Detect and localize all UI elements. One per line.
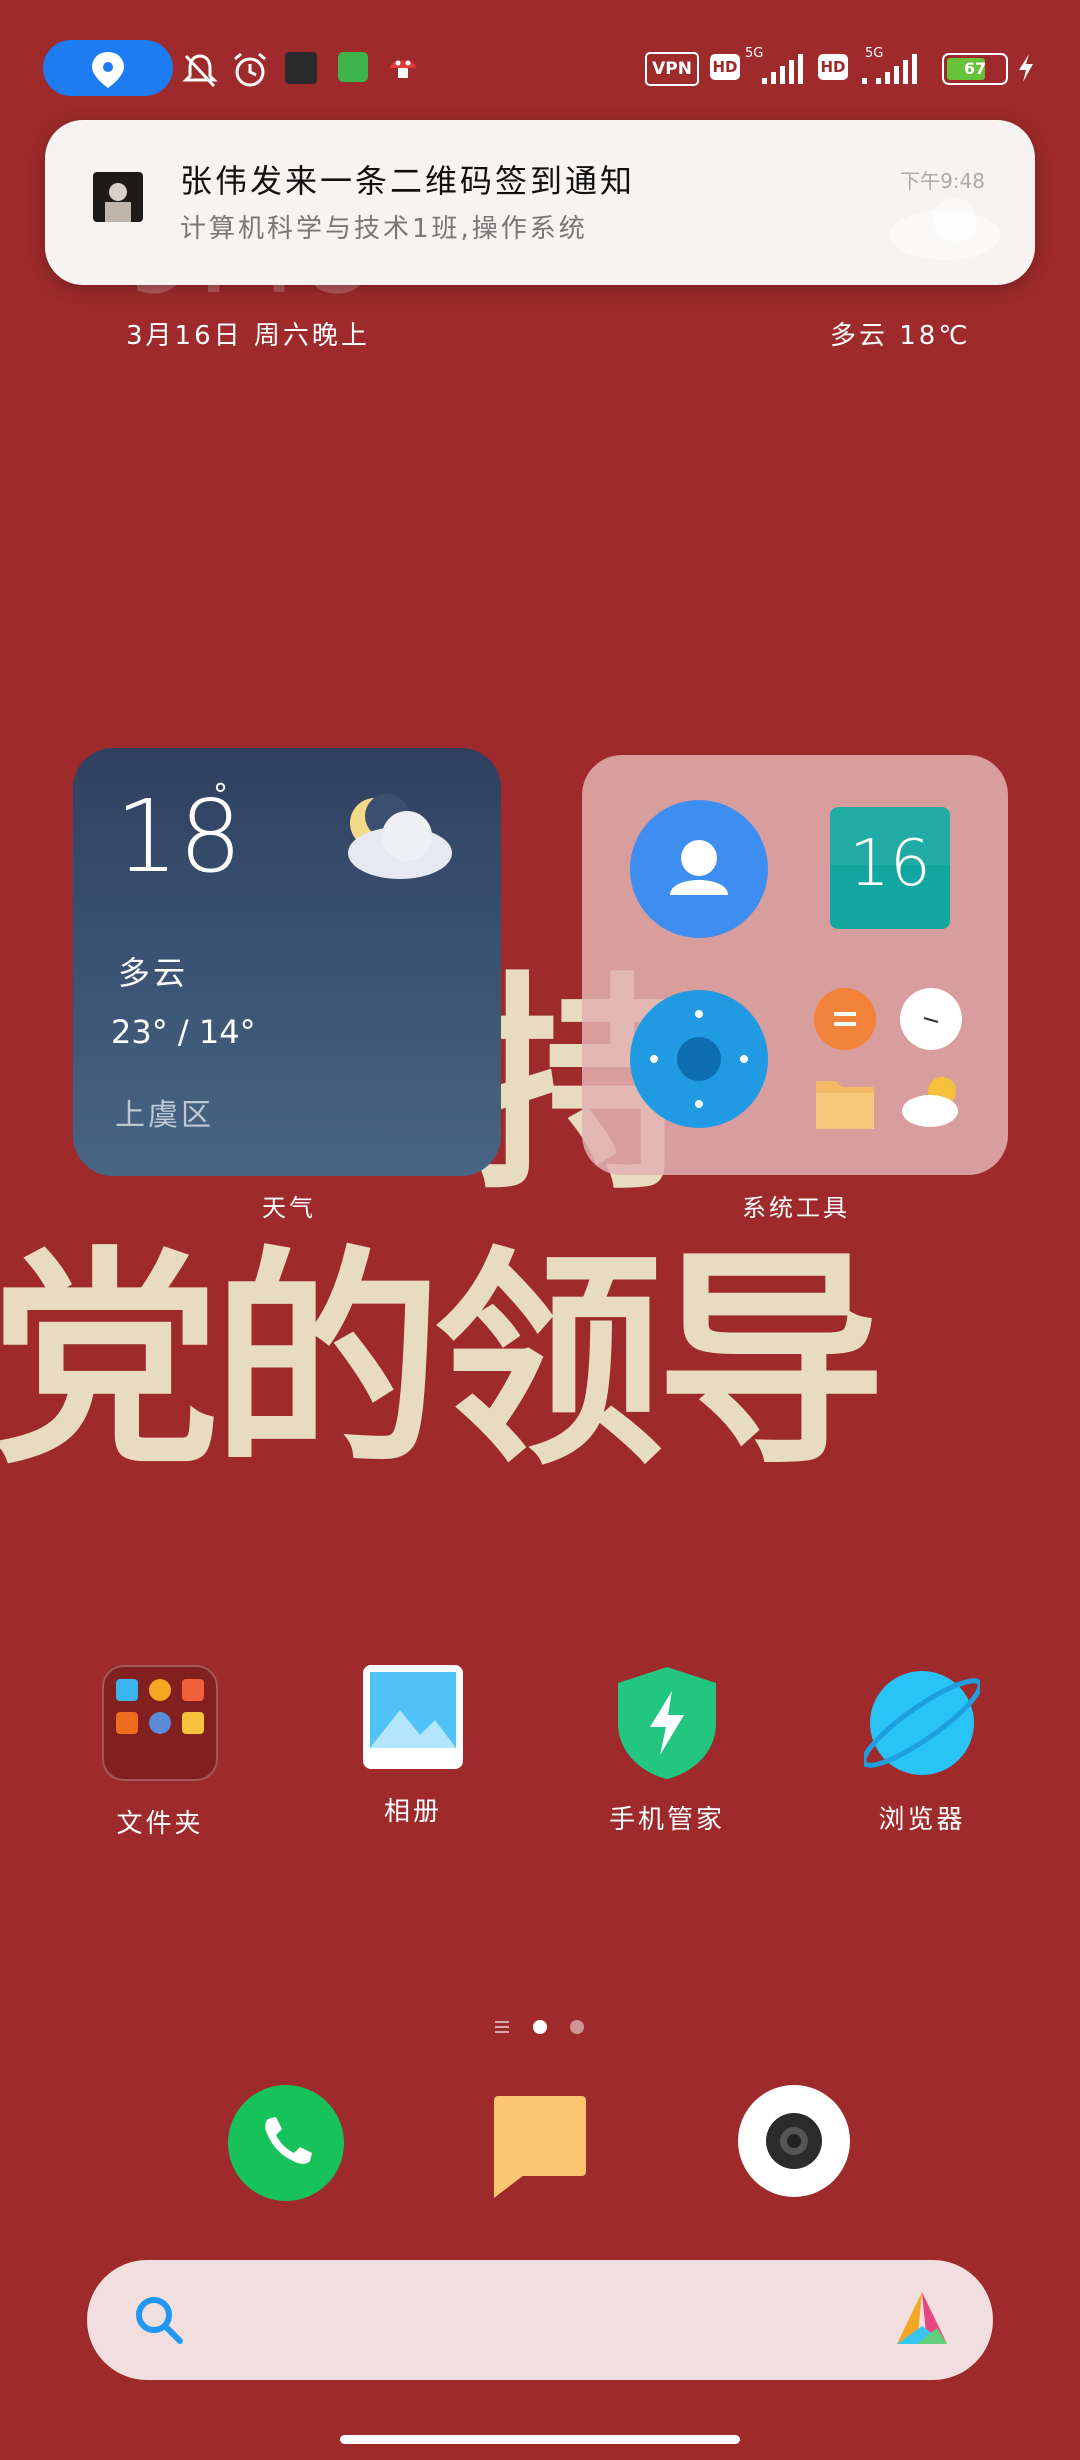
mushroom-icon (390, 60, 416, 78)
notification-card[interactable]: 张伟发来一条二维码签到通知 计算机科学与技术1班,操作系统 下午9:48 (45, 120, 1035, 285)
system-tools-label: 系统工具 (742, 1194, 850, 1222)
signal-icon-1 (762, 54, 803, 84)
alarm-icon (234, 52, 266, 87)
calendar-day: 16 (849, 827, 931, 901)
search-bar[interactable] (87, 2260, 993, 2380)
app-security[interactable]: 手机管家 (592, 1665, 742, 1836)
weather-app-icon[interactable] (900, 1067, 964, 1135)
app-label-browser: 浏览器 (878, 1805, 966, 1835)
notification-body: 计算机科学与技术1班,操作系统 (180, 214, 588, 244)
app-label-folder: 文件夹 (116, 1809, 204, 1839)
ghost-cloud-icon (890, 198, 1000, 260)
home-gesture-bar[interactable] (340, 2435, 740, 2444)
clock-icon[interactable] (900, 988, 962, 1050)
phone-icon (265, 2117, 312, 2164)
settings-icon[interactable] (630, 990, 768, 1128)
app-label-gallery: 相册 (383, 1797, 442, 1827)
notification-title: 张伟发来一条二维码签到通知 (180, 162, 636, 200)
weather-condition: 多云 (118, 954, 189, 992)
contacts-icon[interactable] (630, 800, 768, 938)
weather-degree: ° (213, 778, 228, 813)
page-indicator[interactable] (495, 2017, 585, 2041)
file-manager-icon[interactable] (814, 1073, 876, 1137)
camera-icon (766, 2113, 822, 2169)
weather-location: 上虞区 (115, 1098, 214, 1133)
wallpaper-text-bottom: 党的领导 (0, 1226, 886, 1496)
folder-icon (102, 1665, 218, 1781)
vpn-badge: VPN (645, 52, 699, 86)
search-icon (136, 2297, 183, 2344)
hd-badge-2: HD (818, 54, 848, 80)
messages-icon (494, 2096, 586, 2198)
moon-cloud-icon (348, 794, 452, 879)
security-shield-icon (618, 1667, 716, 1779)
messages-app[interactable] (488, 2092, 592, 2204)
system-tools-widget[interactable]: 16 (582, 755, 1008, 1175)
battery-icon: 67 (942, 53, 1008, 85)
battery-level: 67 (963, 59, 987, 78)
sender-avatar (93, 172, 143, 222)
weather-widget-label: 天气 (262, 1194, 316, 1222)
status-bar: VPN HD 5G HD 5G 67 (0, 40, 1080, 100)
location-icon (92, 52, 124, 88)
browser-icon (861, 1671, 983, 1775)
lockscreen-date: 3月16日 周六晚上 (126, 321, 370, 351)
phone-app[interactable] (228, 2085, 344, 2201)
green-app-icon (338, 52, 368, 82)
app-folder[interactable]: 文件夹 (85, 1665, 235, 1840)
calculator-icon[interactable] (814, 988, 876, 1050)
weather-range: 23° / 14° (111, 1013, 256, 1051)
location-pill[interactable] (43, 40, 173, 96)
mute-bell-icon (182, 54, 218, 88)
hd-badge-1: HD (710, 54, 740, 80)
app-label-security: 手机管家 (608, 1805, 725, 1835)
app-browser[interactable]: 浏览器 (847, 1665, 997, 1836)
calendar-icon[interactable]: 16 (830, 807, 950, 929)
app-avatar-icon (285, 52, 317, 84)
gallery-icon (363, 1665, 463, 1769)
camera-app[interactable] (738, 2085, 850, 2197)
signal-icon-2 (862, 54, 917, 84)
lockscreen-weather: 多云 18℃ (830, 321, 971, 351)
assistant-icon[interactable] (887, 2288, 957, 2352)
app-gallery[interactable]: 相册 (338, 1665, 488, 1828)
weather-widget[interactable]: 18 ° 多云 23° / 14° 上虞区 (73, 748, 501, 1176)
charging-icon (1019, 54, 1033, 82)
